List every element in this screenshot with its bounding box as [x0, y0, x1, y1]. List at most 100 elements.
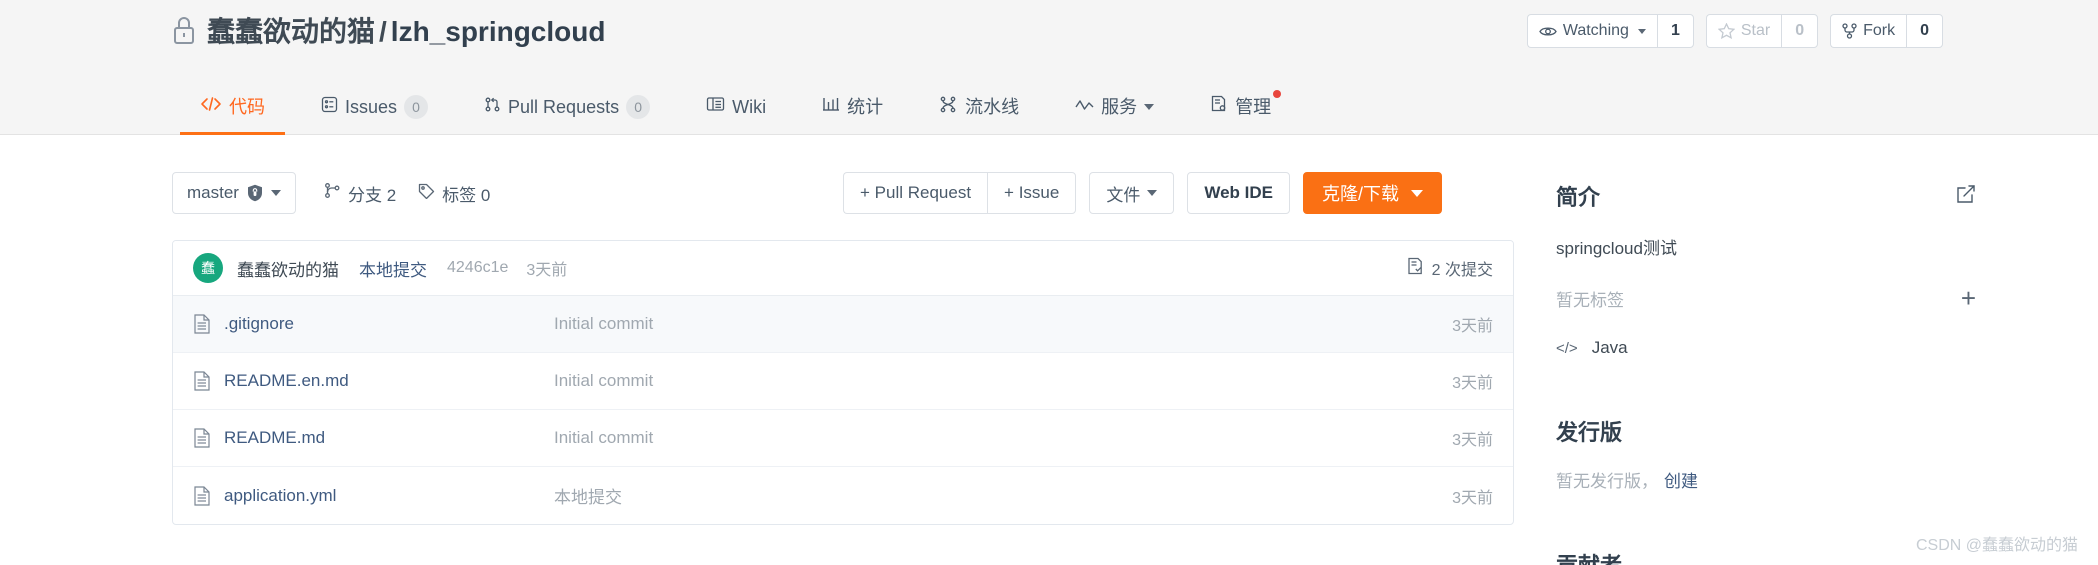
chart-icon [822, 96, 840, 117]
plus-icon[interactable]: + [1961, 285, 1976, 311]
contributors-title: 贡献者 [1556, 553, 1622, 565]
releases-title: 发行版 [1556, 420, 1623, 445]
tab-issues-label: Issues [345, 96, 398, 117]
chevron-down-icon [270, 190, 281, 196]
branch-icon [324, 182, 341, 204]
file-time: 3天前 [1452, 375, 1493, 392]
table-row[interactable]: README.md Initial commit 3天前 [173, 410, 1513, 467]
about-description: springcloud测试 [1556, 239, 1677, 258]
watch-count[interactable]: 1 [1656, 14, 1694, 48]
tab-manage-label: 管理 [1235, 96, 1272, 117]
about-tags-row: 暂无标签 + [1556, 285, 1976, 311]
shield-lock-icon [247, 184, 263, 202]
about-title: 简介 [1556, 185, 1601, 210]
watch-button[interactable]: Watching [1526, 14, 1657, 48]
clone-download-label: 克隆/下载 [1321, 184, 1399, 204]
code-brackets-icon: </> [1556, 339, 1578, 357]
about-header: 简介 [1556, 180, 1976, 212]
star-button[interactable]: Star [1705, 14, 1782, 48]
tab-statistics-label: 统计 [847, 96, 884, 117]
files-dropdown-label: 文件 [1106, 185, 1141, 205]
file-time: 3天前 [1452, 432, 1493, 449]
edit-icon[interactable] [1956, 184, 1976, 209]
repo-toolbar-right: + Pull Request + Issue 文件 Web IDE 克隆/下载 [843, 172, 1442, 214]
watermark: CSDN @蠢蠢欲动的猫 [1915, 537, 2078, 555]
watch-button-group[interactable]: Watching 1 [1526, 14, 1694, 48]
table-row[interactable]: application.yml 本地提交 3天前 [173, 467, 1513, 524]
tab-pull-requests-label: Pull Requests [508, 96, 620, 117]
tags-empty-label: 暂无标签 [1556, 290, 1624, 310]
commit-count-link[interactable]: 2 次提交 [1407, 256, 1493, 280]
new-pull-request-button[interactable]: + Pull Request [843, 172, 988, 214]
commit-author[interactable]: 蠢蠢欲动的猫 [237, 256, 339, 281]
fork-button-group[interactable]: Fork 0 [1830, 14, 1943, 48]
clone-download-button[interactable]: 克隆/下载 [1302, 172, 1442, 214]
tab-services[interactable]: 服务 [1047, 78, 1182, 135]
issues-count-badge: 0 [404, 94, 429, 119]
file-name-link[interactable]: application.yml [224, 486, 554, 506]
fork-button[interactable]: Fork [1830, 14, 1907, 48]
tab-issues[interactable]: Issues 0 [293, 78, 456, 135]
file-name-link[interactable]: README.md [224, 428, 554, 448]
repo-name-link[interactable]: lzh_springcloud [391, 16, 606, 47]
tab-services-label: 服务 [1101, 96, 1138, 117]
create-release-link[interactable]: 创建 [1664, 472, 1698, 491]
star-button-group[interactable]: Star 0 [1705, 14, 1819, 48]
commit-message[interactable]: 本地提交 [359, 256, 427, 281]
chevron-down-icon [1147, 190, 1158, 196]
web-ide-button[interactable]: Web IDE [1187, 172, 1290, 214]
tab-manage[interactable]: 管理 [1182, 78, 1299, 135]
avatar[interactable]: 蠢 [193, 253, 223, 283]
chevron-down-icon [1411, 189, 1423, 197]
tags-link[interactable]: 标签 0 [418, 181, 490, 206]
lock-icon [172, 15, 196, 45]
file-name-link[interactable]: README.en.md [224, 371, 554, 391]
branches-link[interactable]: 分支 2 [324, 181, 396, 206]
sidebar-contributors-section: 贡献者 [1556, 548, 1976, 565]
tab-pipeline-label: 流水线 [965, 96, 1020, 117]
watch-label: Watching [1562, 22, 1629, 39]
tab-pull-requests[interactable]: Pull Requests 0 [456, 78, 678, 135]
tab-wiki[interactable]: Wiki [678, 78, 794, 135]
header-actions: Watching 1 Star 0 Fork 0 [1526, 14, 1943, 48]
wiki-icon [706, 96, 725, 117]
table-row[interactable]: README.en.md Initial commit 3天前 [173, 353, 1513, 410]
tags-label: 标签 0 [442, 185, 491, 205]
manage-icon [1210, 95, 1228, 118]
star-count[interactable]: 0 [1781, 14, 1819, 48]
files-dropdown-button[interactable]: 文件 [1089, 172, 1175, 214]
file-commit-message[interactable]: Initial commit [554, 428, 1452, 448]
chevron-down-icon [1637, 28, 1646, 34]
history-icon [1407, 257, 1424, 280]
tab-wiki-label: Wiki [732, 96, 767, 117]
new-issue-button[interactable]: + Issue [987, 172, 1077, 214]
pullrequest-icon [484, 96, 501, 118]
file-time: 3天前 [1452, 318, 1493, 335]
tab-pipeline[interactable]: 流水线 [911, 78, 1047, 135]
branches-label: 分支 2 [347, 185, 397, 205]
repo-owner-link[interactable]: 蠢蠢欲动的猫 [207, 16, 375, 47]
repo-nav-tabs: 代码 Issues 0 Pull Requests 0 Wiki 统计 流水线 … [172, 78, 1299, 135]
file-name-link[interactable]: .gitignore [224, 314, 554, 334]
file-time: 3天前 [1452, 489, 1493, 507]
tab-code[interactable]: 代码 [172, 78, 293, 135]
fork-icon [1842, 23, 1857, 39]
repo-title-row: 蠢蠢欲动的猫 / lzh_springcloud [172, 10, 605, 50]
branch-selector[interactable]: master [172, 172, 296, 214]
latest-commit-bar: 蠢 蠢蠢欲动的猫 本地提交 4246c1e 3天前 2 次提交 [173, 241, 1513, 296]
file-commit-message[interactable]: Initial commit [554, 371, 1452, 391]
file-commit-message[interactable]: 本地提交 [554, 483, 1452, 508]
repo-toolbar-left: master 分支 2 标签 0 [172, 172, 490, 214]
chevron-down-icon [1144, 103, 1155, 110]
page-header: 蠢蠢欲动的猫 / lzh_springcloud Watching 1 Star… [0, 0, 2098, 135]
primary-language-label[interactable]: Java [1592, 338, 1628, 358]
tab-statistics[interactable]: 统计 [794, 78, 911, 135]
branch-name: master [187, 183, 239, 202]
commit-hash[interactable]: 4246c1e [447, 259, 508, 277]
table-row[interactable]: .gitignore Initial commit 3天前 [173, 296, 1513, 353]
page-title: 蠢蠢欲动的猫 / lzh_springcloud [207, 10, 605, 50]
fork-count[interactable]: 0 [1906, 14, 1943, 48]
repository-page: 蠢蠢欲动的猫 / lzh_springcloud Watching 1 Star… [0, 0, 2098, 565]
file-commit-message[interactable]: Initial commit [554, 314, 1452, 334]
eye-icon [1539, 25, 1557, 38]
